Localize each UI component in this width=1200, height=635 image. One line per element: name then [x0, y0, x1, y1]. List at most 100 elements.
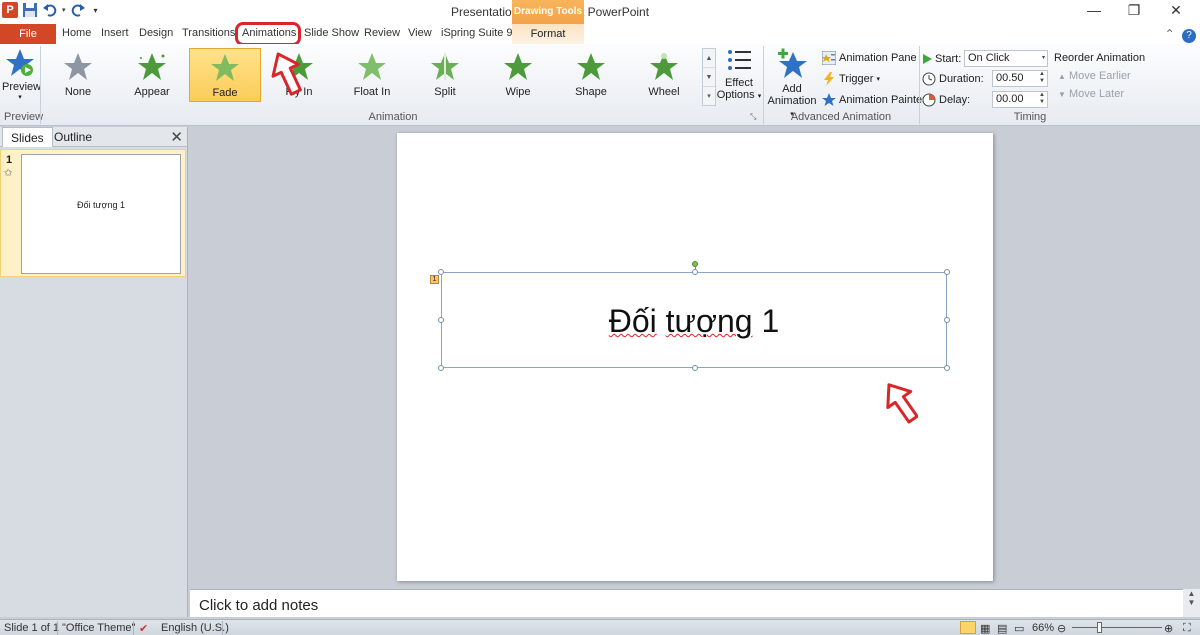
animations-tab-highlight [235, 22, 301, 46]
help-icons: ⌃ ? [1165, 27, 1196, 43]
spinner-icon[interactable]: ▲ ▼ [1039, 71, 1045, 85]
panel-tabs: Slides Outline ✕ [0, 127, 187, 147]
spellcheck-icon[interactable]: ✔ [139, 622, 148, 635]
resize-handle[interactable] [438, 269, 444, 275]
tab-file[interactable]: File [0, 24, 56, 44]
language[interactable]: English (U.S.) [161, 622, 229, 634]
minimize-button[interactable]: — [1074, 2, 1114, 18]
effect-shape[interactable]: Shape [555, 48, 627, 102]
lightning-icon [824, 72, 834, 86]
gallery-more-icon[interactable]: ▾ [703, 87, 715, 106]
tab-slide-show[interactable]: Slide Show [304, 27, 359, 39]
theme-name[interactable]: "Office Theme" [62, 622, 135, 634]
tab-format[interactable]: Format [512, 24, 584, 44]
scroll-up-icon[interactable]: ▲ [1183, 589, 1200, 598]
chevron-down-icon: ▾ [1041, 55, 1045, 61]
duration-input[interactable]: 00.50 ▲ ▼ [992, 70, 1048, 87]
play-icon [923, 53, 932, 64]
delay-input[interactable]: 00.00 ▲ ▼ [992, 91, 1048, 108]
resize-handle[interactable] [438, 365, 444, 371]
start-select[interactable]: On Click ▾ [964, 50, 1048, 67]
close-button[interactable]: ✕ [1156, 2, 1196, 19]
animation-pane-button[interactable]: Animation Pane [822, 51, 917, 65]
star-icon [431, 53, 459, 80]
add-animation-star-icon [778, 48, 807, 78]
delay-clock-icon [922, 93, 936, 106]
drawing-tools-label: Drawing Tools [512, 0, 584, 24]
slide-sorter-icon[interactable]: ▦ [980, 622, 990, 635]
effect-options-icon [728, 50, 751, 70]
animation-painter-button[interactable]: Animation Painter [822, 93, 926, 107]
resize-handle[interactable] [944, 269, 950, 275]
reorder-animation-group: Reorder Animation ▲ Move Earlier ▼ Move … [1054, 46, 1145, 100]
divider [40, 46, 41, 124]
effect-none[interactable]: None [42, 48, 114, 102]
slide-show-icon[interactable]: ▭ [1014, 622, 1024, 635]
scroll-down-icon[interactable]: ▼ [1183, 598, 1200, 607]
triangle-up-icon: ▲ [1058, 72, 1066, 81]
reading-view-icon[interactable]: ▤ [997, 622, 1007, 635]
star-icon [211, 54, 239, 81]
zoom-level[interactable]: 66% [1032, 622, 1054, 634]
move-earlier-button[interactable]: ▲ Move Earlier [1058, 70, 1144, 82]
help-icon[interactable]: ? [1182, 29, 1196, 43]
effect-wipe[interactable]: Wipe [482, 48, 554, 102]
spinner-icon[interactable]: ▲ ▼ [1039, 92, 1045, 106]
minimize-ribbon-icon[interactable]: ⌃ [1165, 27, 1175, 41]
resize-handle[interactable] [692, 269, 698, 275]
clock-icon [922, 72, 936, 85]
add-animation-button[interactable]: Add Animation ▾ [766, 48, 818, 119]
restore-button[interactable]: ❐ [1114, 2, 1154, 19]
gallery-up-icon[interactable]: ▲ [703, 49, 715, 68]
title-textbox[interactable]: Đối tượng 1 [438, 261, 950, 371]
animation-order-badge[interactable]: 1 [430, 275, 439, 284]
tab-review[interactable]: Review [364, 27, 400, 39]
slide-thumbnail-item[interactable]: 1 ✩ Đối tượng 1 [0, 149, 186, 277]
tab-design[interactable]: Design [139, 27, 173, 39]
divider [763, 46, 764, 124]
preview-button[interactable]: Preview ▾ [2, 48, 41, 101]
effect-wheel[interactable]: Wheel [628, 48, 700, 102]
animation-dialog-launcher-icon[interactable]: ⤡ [750, 112, 756, 122]
zoom-slider[interactable] [1072, 627, 1162, 628]
normal-view-icon[interactable] [960, 621, 976, 634]
tab-insert[interactable]: Insert [101, 27, 129, 39]
trigger-button[interactable]: Trigger ▾ [822, 72, 880, 86]
animation-pane-icon [822, 51, 836, 65]
slide-info: Slide 1 of 1 [4, 622, 60, 634]
zoom-slider-thumb[interactable] [1097, 622, 1102, 633]
red-arrow-annotation-icon [886, 383, 918, 424]
close-panel-icon[interactable]: ✕ [170, 128, 183, 146]
ribbon-tabs: File Home Insert Design Transitions Anim… [0, 24, 1200, 44]
tab-home[interactable]: Home [62, 27, 91, 39]
slide-thumbnail[interactable]: Đối tượng 1 [21, 154, 181, 274]
tab-view[interactable]: View [408, 27, 432, 39]
slides-panel: Slides Outline ✕ 1 ✩ Đối tượng 1 [0, 127, 188, 617]
effect-split[interactable]: Split [409, 48, 481, 102]
effect-options-button[interactable]: Effect Options ▾ [716, 48, 762, 101]
scrollbar[interactable]: ▲ ▼ [1183, 589, 1200, 617]
slide-editing-area: 1 Đối tượng 1 [190, 127, 1200, 587]
animation-indicator-icon: ✩ [4, 168, 13, 179]
notes-pane[interactable]: Click to add notes [190, 589, 1183, 617]
zoom-in-icon[interactable]: ⊕ [1164, 622, 1173, 635]
star-icon [577, 53, 605, 80]
star-icon [650, 53, 678, 80]
gallery-down-icon[interactable]: ▼ [703, 68, 715, 87]
preview-star-icon [6, 49, 34, 76]
tab-outline[interactable]: Outline [46, 127, 100, 147]
zoom-out-icon[interactable]: ⊖ [1057, 622, 1066, 635]
tab-ispring[interactable]: iSpring Suite 9 [441, 27, 513, 39]
effect-fade[interactable]: Fade [189, 48, 261, 102]
resize-handle[interactable] [944, 365, 950, 371]
slide-canvas[interactable]: 1 Đối tượng 1 [397, 133, 993, 581]
move-later-button[interactable]: ▼ Move Later [1058, 88, 1144, 100]
effect-float-in[interactable]: Float In [336, 48, 408, 102]
effect-appear[interactable]: Appear [116, 48, 188, 102]
resize-handle[interactable] [692, 365, 698, 371]
rotate-handle[interactable] [692, 261, 698, 267]
tab-transitions[interactable]: Transitions [182, 27, 235, 39]
star-icon [358, 53, 386, 80]
fit-to-window-icon[interactable]: ⛶ [1183, 622, 1191, 635]
triangle-down-icon: ▼ [1058, 90, 1066, 99]
